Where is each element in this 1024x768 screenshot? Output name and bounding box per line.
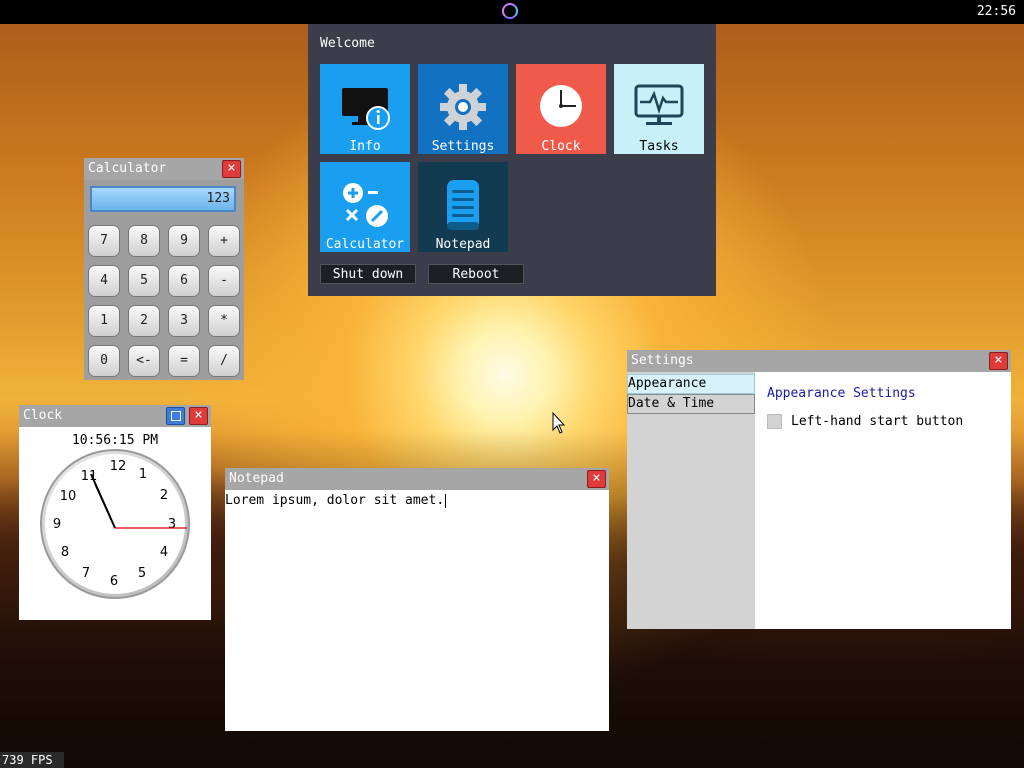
checkbox-label: Left-hand start button (791, 414, 964, 429)
clock-number: 12 (110, 459, 127, 474)
calc-key[interactable]: 8 (128, 225, 160, 257)
fps-counter: 739 FPS (0, 752, 64, 768)
mouse-pointer-icon (552, 412, 566, 434)
info-icon (342, 88, 390, 130)
text-caret (445, 493, 447, 508)
close-icon[interactable]: × (189, 407, 208, 425)
analog-clock-face: 12 1 2 3 4 5 6 7 8 9 10 11 (40, 449, 190, 599)
tile-label: Tasks (639, 139, 679, 154)
tile-clock[interactable]: Clock (516, 64, 606, 154)
calculator-display: 123 (90, 186, 236, 212)
left-hand-start-checkbox[interactable] (767, 414, 782, 429)
shutdown-button[interactable]: Shut down (320, 264, 416, 284)
clock-number: 10 (60, 489, 77, 504)
start-button-icon[interactable] (502, 3, 518, 19)
clock-icon (540, 85, 582, 127)
calc-key[interactable]: = (168, 345, 200, 377)
calc-key[interactable]: <- (128, 345, 160, 377)
clock-window: Clock × 10:56:15 PM 12 1 2 3 4 5 6 7 8 9… (19, 405, 211, 620)
tile-label: Clock (541, 139, 581, 154)
tile-label: Notepad (435, 237, 491, 252)
clock-number: 8 (61, 545, 69, 560)
calc-key[interactable]: / (208, 345, 240, 377)
top-bar: 22:56 (0, 0, 1024, 24)
notepad-icon (447, 180, 479, 230)
reboot-button[interactable]: Reboot (428, 264, 524, 284)
calculator-titlebar[interactable]: Calculator × (84, 158, 244, 180)
start-menu: Welcome Info Settings Clock Tasks Calcul… (308, 24, 716, 296)
tile-info[interactable]: Info (320, 64, 410, 154)
notepad-window: Notepad × Lorem ipsum, dolor sit amet. (225, 468, 609, 731)
calc-key[interactable]: + (208, 225, 240, 257)
tile-notepad[interactable]: Notepad (418, 162, 508, 252)
sidebar-item-date-time[interactable]: Date & Time (627, 394, 755, 414)
clock-number: 1 (139, 467, 147, 482)
tile-calculator[interactable]: Calculator (320, 162, 410, 252)
start-menu-title: Welcome (320, 36, 375, 51)
sidebar-item-appearance[interactable]: Appearance (627, 374, 755, 394)
calc-key[interactable]: 0 (88, 345, 120, 377)
clock-number: 7 (82, 566, 90, 581)
clock-number: 9 (53, 517, 61, 532)
monitor-pulse-icon (634, 84, 684, 125)
calc-key[interactable]: 7 (88, 225, 120, 257)
calc-key[interactable]: 9 (168, 225, 200, 257)
calc-key[interactable]: 3 (168, 305, 200, 337)
calc-key[interactable]: 6 (168, 265, 200, 297)
window-title: Settings (631, 353, 694, 368)
calc-key[interactable]: 5 (128, 265, 160, 297)
digital-time: 10:56:15 PM (71, 433, 159, 448)
gear-icon (440, 84, 486, 130)
notepad-titlebar[interactable]: Notepad × (225, 468, 609, 490)
calc-key[interactable]: - (208, 265, 240, 297)
tile-label: Calculator (325, 237, 405, 252)
notepad-textarea[interactable]: Lorem ipsum, dolor sit amet. (225, 493, 447, 508)
tile-label: Settings (431, 139, 495, 154)
settings-titlebar[interactable]: Settings × (627, 350, 1011, 372)
calc-key[interactable]: * (208, 305, 240, 337)
tile-settings[interactable]: Settings (418, 64, 508, 154)
settings-sidebar: Appearance Date & Time (627, 372, 755, 629)
window-title: Calculator (88, 161, 167, 176)
tile-tasks[interactable]: Tasks (614, 64, 704, 154)
window-title: Clock (23, 408, 63, 423)
taskbar-clock: 22:56 (976, 4, 1016, 19)
settings-heading: Appearance Settings (767, 386, 916, 401)
close-icon[interactable]: × (222, 160, 241, 178)
calculator-icon (343, 183, 388, 227)
calc-key[interactable]: 1 (88, 305, 120, 337)
clock-number: 6 (110, 574, 118, 589)
clock-number: 3 (168, 517, 176, 532)
calc-key[interactable]: 4 (88, 265, 120, 297)
settings-window: Settings × Appearance Date & Time Appear… (627, 350, 1011, 629)
clock-number: 2 (160, 488, 168, 503)
close-icon[interactable]: × (989, 352, 1008, 370)
maximize-icon[interactable] (166, 407, 185, 425)
tile-label: Info (349, 139, 381, 154)
window-title: Notepad (229, 471, 284, 486)
notepad-content: Lorem ipsum, dolor sit amet. (225, 493, 445, 508)
clock-number: 4 (160, 545, 168, 560)
calc-key[interactable]: 2 (128, 305, 160, 337)
clock-number: 5 (138, 566, 146, 581)
calculator-window: Calculator × 123 7 8 9 + 4 5 6 - 1 2 3 *… (84, 158, 244, 380)
close-icon[interactable]: × (587, 470, 606, 488)
clock-titlebar[interactable]: Clock × (19, 405, 211, 427)
